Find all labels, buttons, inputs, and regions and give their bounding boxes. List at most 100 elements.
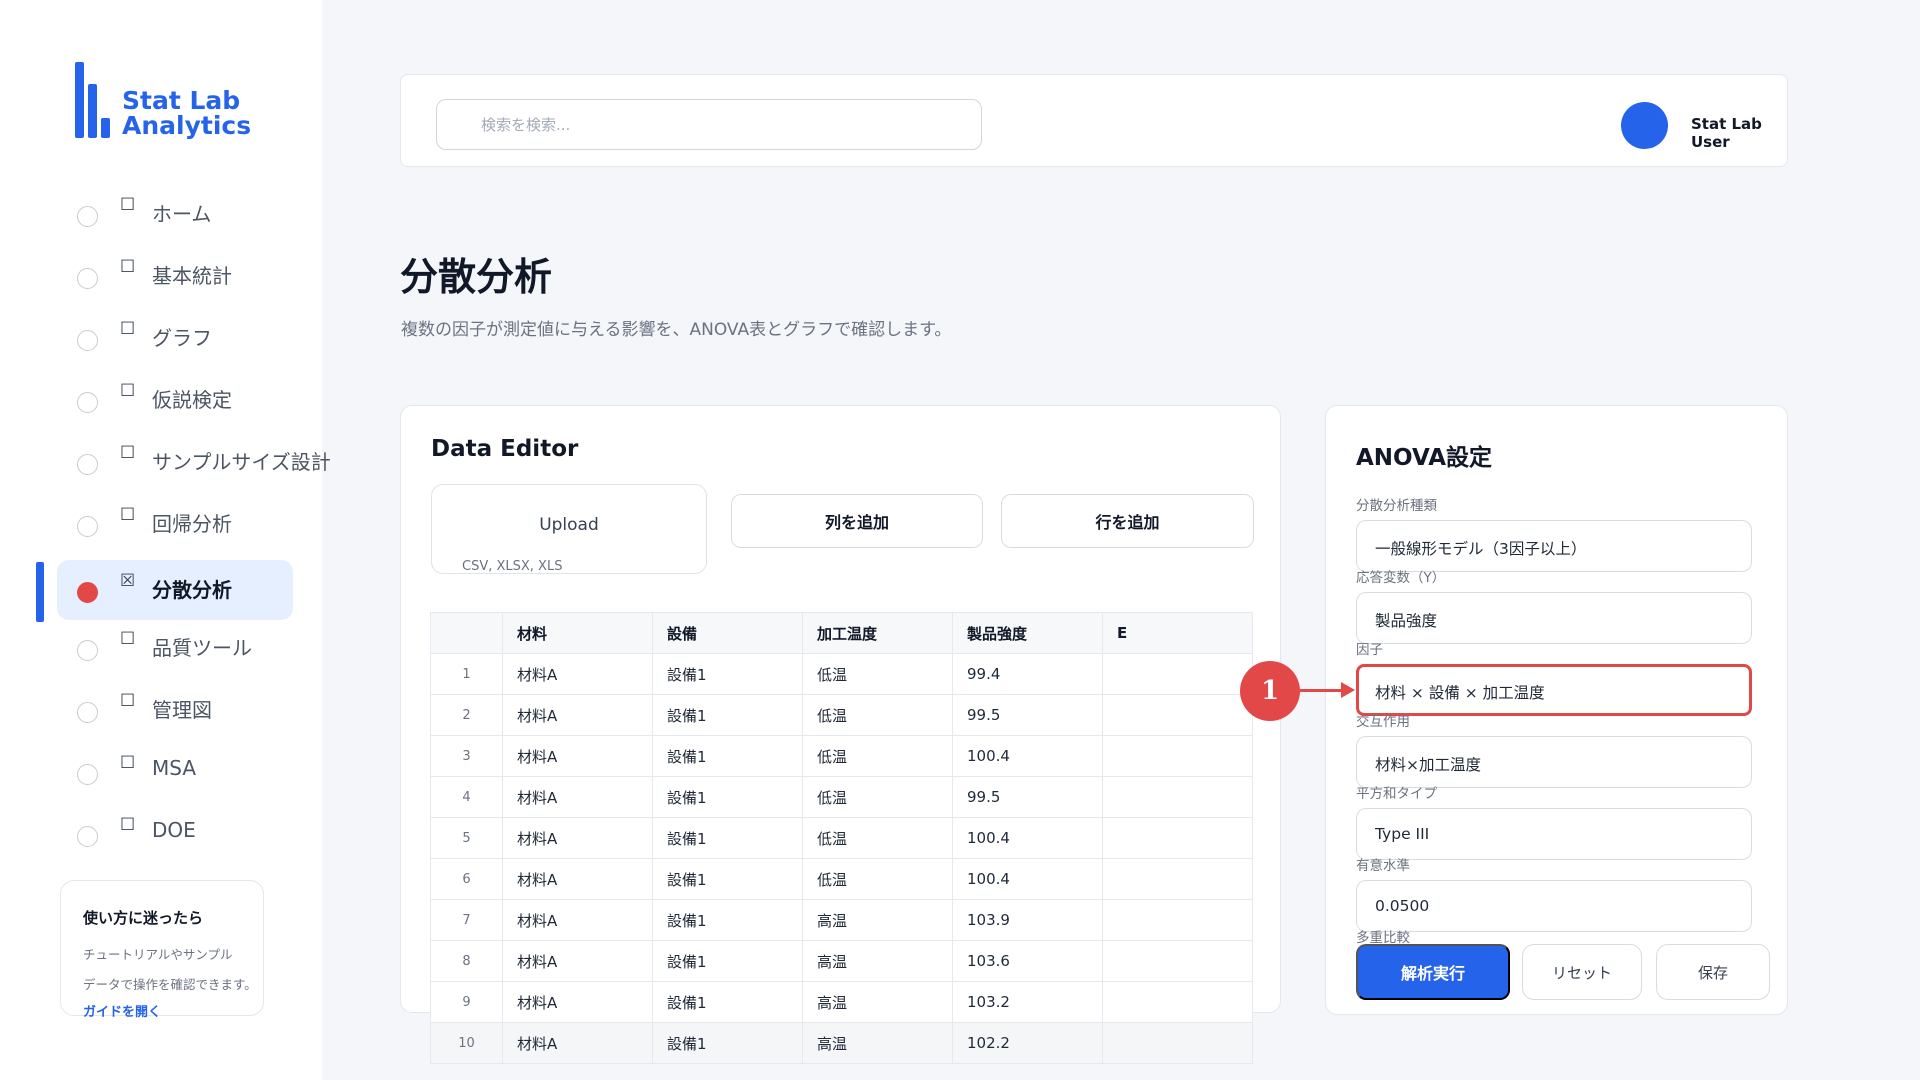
sidebar-item-msa[interactable]: ☐ MSA [0,738,322,800]
add-column-button[interactable]: 列を追加 [731,494,983,548]
column-header[interactable]: 製品強度 [952,612,1103,654]
table-cell[interactable]: 設備1 [652,899,803,941]
table-cell[interactable] [1102,981,1253,1023]
table-cell[interactable]: 材料A [502,940,653,982]
column-header[interactable]: 加工温度 [802,612,953,654]
table-cell[interactable]: 高温 [802,940,953,982]
table-cell[interactable] [1102,694,1253,736]
search-input[interactable] [436,99,982,150]
table-cell[interactable]: 高温 [802,899,953,941]
table-cell[interactable]: 材料A [502,981,653,1023]
row-index: 6 [430,858,503,900]
table-cell[interactable]: 低温 [802,776,953,818]
table-cell[interactable]: 100.4 [952,858,1103,900]
table-cell[interactable]: 材料A [502,735,653,777]
table-cell[interactable]: 材料A [502,858,653,900]
table-cell[interactable] [1102,940,1253,982]
table-cell[interactable]: 103.9 [952,899,1103,941]
anova-type-select[interactable]: 一般線形モデル（3因子以上） [1356,520,1752,572]
run-analysis-button[interactable]: 解析実行 [1356,944,1510,1000]
table-cell[interactable] [1102,735,1253,777]
table-cell[interactable]: 低温 [802,735,953,777]
table-cell[interactable]: 設備1 [652,653,803,695]
table-cell[interactable]: 低温 [802,858,953,900]
upload-dropzone[interactable]: Upload CSV, XLSX, XLS [431,484,707,574]
table-cell[interactable]: 100.4 [952,817,1103,859]
sidebar-item-label: 品質ツール [152,636,252,660]
table-cell[interactable]: 103.6 [952,940,1103,982]
checkbox-icon: ☐ [120,629,136,649]
column-header[interactable]: 材料 [502,612,653,654]
table-cell[interactable] [1102,1022,1253,1064]
table-cell[interactable] [1102,858,1253,900]
table-cell[interactable]: 99.5 [952,776,1103,818]
table-cell[interactable]: 材料A [502,817,653,859]
table-cell[interactable]: 100.4 [952,735,1103,777]
sidebar-item-basic-stats[interactable]: ☐ 基本統計 [0,242,322,304]
reset-button[interactable]: リセット [1522,944,1642,1000]
radio-icon [77,764,98,785]
table-cell[interactable]: 材料A [502,899,653,941]
table-cell[interactable]: 103.2 [952,981,1103,1023]
table-cell[interactable]: 設備1 [652,1022,803,1064]
table-cell[interactable]: 高温 [802,981,953,1023]
checkbox-icon: ☐ [120,753,136,773]
sidebar-item-quality-tools[interactable]: ☐ 品質ツール [0,614,322,676]
table-cell[interactable]: 高温 [802,1022,953,1064]
sidebar-item-hypothesis-test[interactable]: ☐ 仮説検定 [0,366,322,428]
checkbox-icon: ☐ [120,381,136,401]
table-cell[interactable]: 設備1 [652,858,803,900]
table-cell[interactable]: 設備1 [652,817,803,859]
table-cell[interactable]: 設備1 [652,776,803,818]
ss-type-select[interactable]: Type III [1356,808,1752,860]
checkbox-icon: ☐ [120,319,136,339]
save-button[interactable]: 保存 [1656,944,1770,1000]
column-header[interactable]: 設備 [652,612,803,654]
checkbox-icon: ☐ [120,257,136,277]
sidebar-item-control-chart[interactable]: ☐ 管理図 [0,676,322,738]
anova-settings-title: ANOVA設定 [1356,445,1493,471]
sidebar-item-graph[interactable]: ☐ グラフ [0,304,322,366]
table-cell[interactable] [1102,899,1253,941]
table-row: 9 材料A 設備1 高温 103.2 [430,981,1253,1023]
table-cell[interactable]: 低温 [802,653,953,695]
table-cell[interactable]: 設備1 [652,981,803,1023]
column-header[interactable]: E [1102,612,1253,654]
upload-label: Upload [539,515,599,535]
interaction-select[interactable]: 材料×加工温度 [1356,736,1752,788]
table-cell[interactable]: 材料A [502,1022,653,1064]
sidebar-item-home[interactable]: ☐ ホーム [0,180,322,242]
sidebar-item-sample-size[interactable]: ☐ サンプルサイズ設計 [0,428,331,490]
table-row: 6 材料A 設備1 低温 100.4 [430,858,1253,900]
help-description: チュートリアルやサンプル データで操作を確認できます。 [83,940,263,1000]
table-cell[interactable]: 低温 [802,817,953,859]
alpha-input[interactable]: 0.0500 [1356,880,1752,932]
sidebar-item-doe[interactable]: ☐ DOE [0,800,322,862]
table-cell[interactable] [1102,776,1253,818]
factors-select[interactable]: 材料 × 設備 × 加工温度 [1356,664,1752,716]
open-guide-link[interactable]: ガイドを開く [83,1001,161,1020]
sidebar-item-regression[interactable]: ☐ 回帰分析 [0,490,322,552]
table-cell[interactable]: 99.5 [952,694,1103,736]
table-cell[interactable]: 材料A [502,653,653,695]
annotation-arrow-line [1300,689,1345,692]
table-cell[interactable]: 設備1 [652,940,803,982]
table-cell[interactable]: 99.4 [952,653,1103,695]
table-cell[interactable] [1102,653,1253,695]
table-cell[interactable]: 低温 [802,694,953,736]
table-cell[interactable]: 材料A [502,776,653,818]
sidebar-item-label: MSA [152,756,197,780]
add-row-button[interactable]: 行を追加 [1001,494,1254,548]
radio-icon [77,330,98,351]
app-logo[interactable]: Stat Lab Analytics [75,62,322,138]
table-cell[interactable]: 材料A [502,694,653,736]
response-select[interactable]: 製品強度 [1356,592,1752,644]
table-cell[interactable]: 設備1 [652,735,803,777]
table-cell[interactable]: 設備1 [652,694,803,736]
table-cell[interactable]: 102.2 [952,1022,1103,1064]
avatar[interactable] [1621,102,1668,149]
table-cell[interactable] [1102,817,1253,859]
help-line-2: データで操作を確認できます。 [83,977,257,992]
sidebar-item-anova[interactable]: ☒ 分散分析 [0,552,322,622]
annotation-arrow-head-icon [1341,682,1355,698]
